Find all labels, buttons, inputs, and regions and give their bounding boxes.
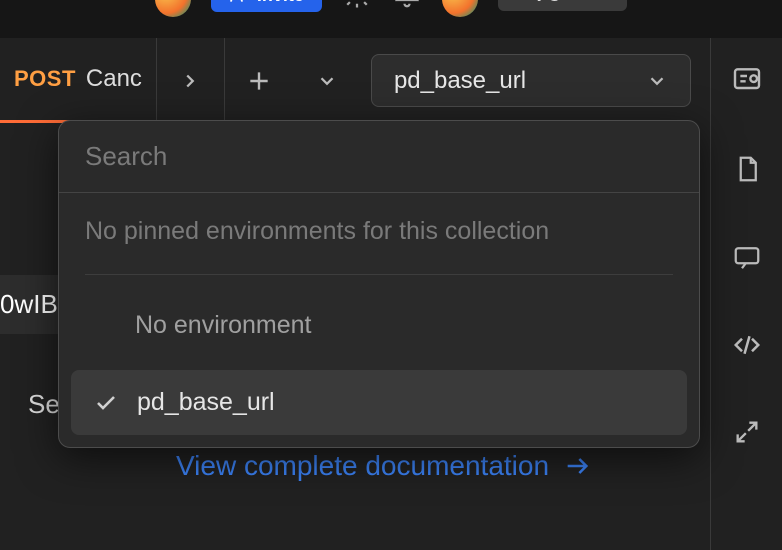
- label-fragment: Se: [28, 389, 60, 420]
- view-documentation-link[interactable]: View complete documentation: [176, 450, 591, 482]
- environment-selector[interactable]: pd_base_url: [371, 54, 691, 107]
- pinned-hint: No pinned environments for this collecti…: [59, 193, 699, 256]
- environment-dropdown: No pinned environments for this collecti…: [58, 120, 700, 448]
- url-fragment: 0wIB: [0, 275, 66, 334]
- comments-icon[interactable]: [732, 242, 762, 272]
- invite-label: Invite: [257, 0, 304, 6]
- new-tab-button[interactable]: [225, 38, 293, 123]
- environment-option-none[interactable]: No environment: [71, 293, 687, 358]
- bell-icon[interactable]: [392, 0, 422, 10]
- doc-link-label: View complete documentation: [176, 450, 549, 482]
- environment-current: pd_base_url: [394, 67, 526, 95]
- divider: [85, 274, 673, 275]
- option-label: No environment: [135, 311, 311, 340]
- environment-option-pd-base-url[interactable]: pd_base_url: [71, 370, 687, 435]
- tab-title: Canc: [86, 65, 142, 93]
- invite-button[interactable]: Invite: [211, 0, 322, 12]
- expand-icon[interactable]: [733, 418, 761, 446]
- tab-row: POST Canc pd_base_url: [0, 38, 782, 123]
- arrow-right-icon: [563, 452, 591, 480]
- check-icon: [93, 391, 119, 415]
- option-label: pd_base_url: [137, 388, 275, 417]
- tab-active[interactable]: POST Canc: [0, 38, 157, 123]
- avatar[interactable]: [155, 0, 191, 17]
- tab-overflow-chevron[interactable]: [157, 38, 225, 123]
- avatar-2[interactable]: [442, 0, 478, 17]
- top-bar: Invite Upgrade: [0, 0, 782, 38]
- person-plus-icon: [229, 0, 249, 5]
- chevron-down-icon: [646, 70, 668, 92]
- tab-menu-chevron[interactable]: [293, 38, 361, 123]
- gear-icon[interactable]: [342, 0, 372, 10]
- code-icon[interactable]: [732, 330, 762, 360]
- right-rail: [710, 38, 782, 550]
- environment-search-input[interactable]: [59, 121, 699, 192]
- upgrade-button[interactable]: Upgrade: [498, 0, 627, 11]
- method-badge: POST: [14, 66, 76, 92]
- environment-quicklook-icon[interactable]: [731, 64, 763, 96]
